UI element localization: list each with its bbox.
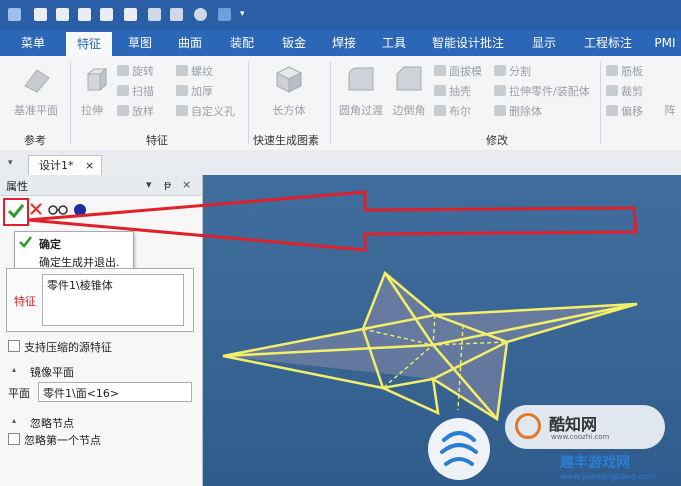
trim-button[interactable]: 裁剪 <box>606 84 643 100</box>
site-watermark-text: 趣丰游戏网 <box>560 455 630 471</box>
trim-icon <box>606 85 618 96</box>
group-label-reference: 参考 <box>24 134 46 147</box>
chamfer-button[interactable]: 边倒角 <box>388 102 430 118</box>
ignore-node-section-title: 忽略节点 <box>30 417 74 430</box>
feature-list-item[interactable]: 零件1\棱锥体 <box>47 277 113 293</box>
document-tab-row: ▾ <box>0 150 681 176</box>
boolean-button[interactable]: 布尔 <box>434 104 471 120</box>
box-icon <box>275 66 303 93</box>
revolve-button[interactable]: 旋转 <box>117 64 154 80</box>
tab-feature[interactable]: 特征 <box>66 32 112 56</box>
tab-smart-design-annotation[interactable]: 智能设计批注 <box>428 30 508 56</box>
watermark-badge: 酷知网 www.coozhi.com <box>505 405 665 449</box>
tab-engineering-annotation[interactable]: 工程标注 <box>578 30 638 56</box>
thicken-button[interactable]: 加厚 <box>176 84 213 100</box>
open-folder-icon[interactable] <box>100 8 113 21</box>
plane-label: 平面 <box>8 387 30 400</box>
quick-access-dropdown-icon[interactable]: ▾ <box>240 9 245 19</box>
datum-plane-icon <box>24 69 50 93</box>
split-button[interactable]: 分割 <box>494 64 531 80</box>
offset-icon <box>606 105 618 116</box>
delete-body-button[interactable]: 删除体 <box>494 104 542 120</box>
mirror-plane-section-title: 镜像平面 <box>30 366 74 379</box>
thicken-icon <box>176 85 188 96</box>
tab-sketch[interactable]: 草图 <box>118 30 162 56</box>
box-button[interactable]: 长方体 <box>264 102 314 118</box>
new-file-icon[interactable] <box>34 8 47 21</box>
feature-label: 特征 <box>14 295 36 308</box>
source-feature-checkbox[interactable] <box>8 340 20 352</box>
redo-icon[interactable] <box>170 8 183 21</box>
tab-pmi[interactable]: PMI <box>650 30 680 56</box>
group-label-quick-primitives: 快速生成图素 <box>253 134 319 147</box>
document-tab[interactable]: 设计1* × <box>28 155 102 176</box>
fillet-button[interactable]: 圆角过渡 <box>334 102 388 118</box>
sweep-icon <box>117 85 129 96</box>
extrude-part-icon <box>494 85 506 96</box>
boolean-icon <box>434 105 446 116</box>
tab-assembly[interactable]: 装配 <box>220 30 264 56</box>
rib-icon <box>606 65 618 76</box>
render-ball-icon[interactable] <box>194 8 207 21</box>
extrude-button[interactable]: 拉伸 <box>72 102 112 118</box>
source-feature-label: 支持压缩的源特征 <box>24 341 112 354</box>
group-label-feature: 特征 <box>146 134 168 147</box>
face-draft-button[interactable]: 面拔模 <box>434 64 482 80</box>
section-collapse-icon[interactable]: ▴ <box>12 365 16 374</box>
ribbon-tab-bar: 菜单 特征 草图 曲面 装配 钣金 焊接 工具 智能设计批注 显示 工程标注 P… <box>0 30 681 56</box>
site-logo-icon <box>428 418 490 480</box>
ignore-collapse-icon[interactable]: ▴ <box>12 416 16 425</box>
chamfer-icon <box>396 66 422 91</box>
new-drawing-icon[interactable] <box>56 8 69 21</box>
tab-list-dropdown-icon[interactable]: ▾ <box>8 158 13 168</box>
extrude-part-assembly-button[interactable]: 拉伸零件/装配体 <box>494 84 590 100</box>
tab-display[interactable]: 显示 <box>524 30 564 56</box>
tab-tools[interactable]: 工具 <box>372 30 416 56</box>
pattern-button-partial[interactable]: 阵 <box>660 102 680 118</box>
ribbon-panel: 基准平面 参考 拉伸 旋转 扫描 放样 螺纹 加厚 自定义孔 特征 长方体 快速… <box>0 56 681 151</box>
tab-welding[interactable]: 焊接 <box>322 30 366 56</box>
split-icon <box>494 65 506 76</box>
template-icon[interactable] <box>78 8 91 21</box>
ignore-first-node-label: 忽略第一个节点 <box>24 434 101 447</box>
app-logo-icon[interactable] <box>8 8 21 21</box>
sweep-button[interactable]: 扫描 <box>117 84 154 100</box>
group-label-modify: 修改 <box>486 134 508 147</box>
site-watermark-url: www.yueyangbang.com <box>560 472 656 481</box>
shell-button[interactable]: 抽壳 <box>434 84 471 100</box>
title-bar: ▾ <box>0 0 681 30</box>
delete-body-icon <box>494 105 506 116</box>
extrude-icon <box>86 67 108 92</box>
custom-hole-button[interactable]: 自定义孔 <box>176 104 235 120</box>
scatter-icon[interactable] <box>218 8 231 21</box>
annotation-arrow-icon <box>27 190 638 252</box>
feature-list[interactable]: 零件1\棱锥体 <box>42 274 184 326</box>
loft-icon <box>117 105 129 116</box>
close-tab-icon[interactable]: × <box>85 156 94 176</box>
plane-field[interactable]: 零件1\面<16> <box>38 382 192 402</box>
thread-button[interactable]: 螺纹 <box>176 64 213 80</box>
custom-hole-icon <box>176 105 188 116</box>
tab-sheetmetal[interactable]: 钣金 <box>272 30 316 56</box>
offset-button[interactable]: 偏移 <box>606 104 643 120</box>
loft-button[interactable]: 放样 <box>117 104 154 120</box>
revolve-icon <box>117 65 129 76</box>
shell-icon <box>434 85 446 96</box>
face-draft-icon <box>434 65 446 76</box>
undo-icon[interactable] <box>148 8 161 21</box>
ignore-first-node-checkbox[interactable] <box>8 433 20 445</box>
rib-button[interactable]: 筋板 <box>606 64 643 80</box>
tab-menu[interactable]: 菜单 <box>10 30 56 56</box>
watermark-logo-icon <box>515 413 541 439</box>
thread-icon <box>176 65 188 76</box>
datum-plane-button[interactable]: 基准平面 <box>8 102 64 118</box>
tab-surface[interactable]: 曲面 <box>168 30 212 56</box>
save-icon[interactable] <box>124 8 137 21</box>
fillet-icon <box>348 67 374 91</box>
